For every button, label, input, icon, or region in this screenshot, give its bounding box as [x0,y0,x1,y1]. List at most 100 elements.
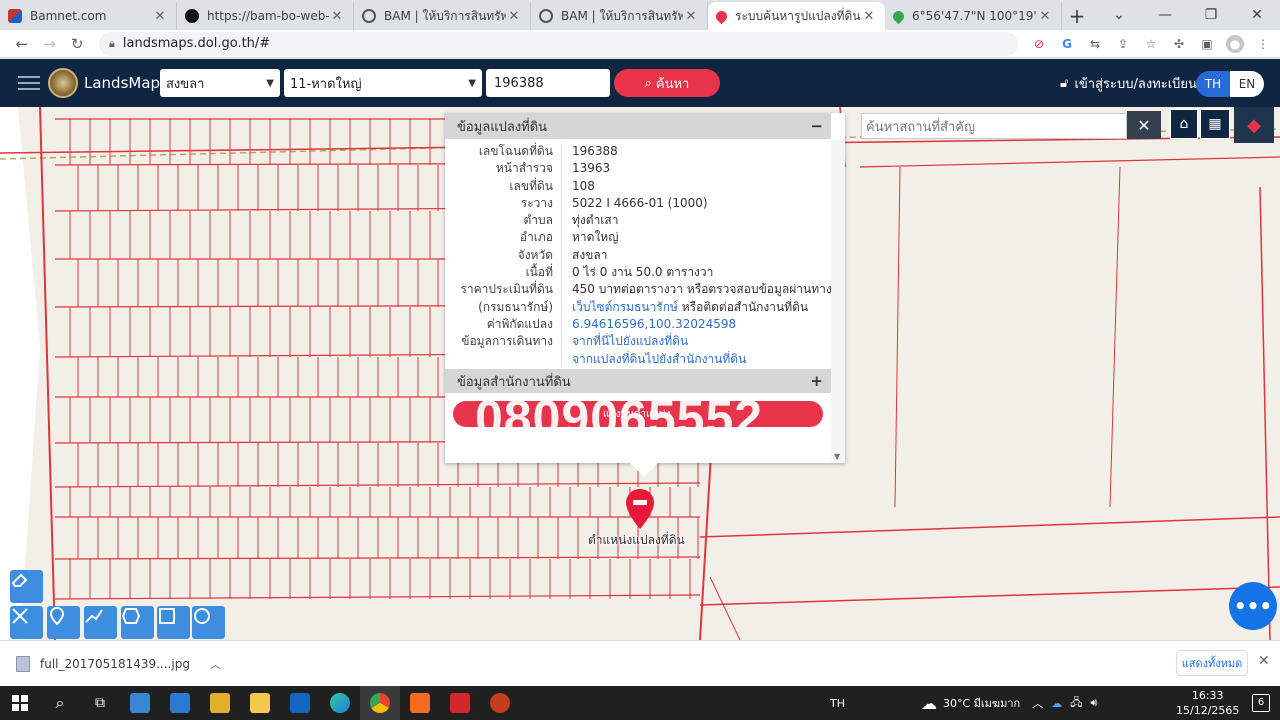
clear-icon[interactable]: ✕ [1127,111,1161,139]
hamburger-menu-icon[interactable] [18,72,40,94]
profile-avatar-icon[interactable]: ● [1226,34,1245,53]
close-shelf-icon[interactable]: ✕ [1258,653,1270,669]
share-icon[interactable]: ⇪ [1114,35,1132,53]
login-link[interactable]: 🔓︎ เข้าสู่ระบบ/ลงทะเบียน [1060,59,1197,107]
download-shelf: full_201705181439....jpg ︿ แสดงทั้งหมด ✕ [0,640,1280,686]
forward-arrow-icon[interactable]: → [36,32,64,56]
parcel-panel-header[interactable]: ข้อมูลแปลงที่ดิน − [445,113,831,139]
outlook-icon[interactable] [280,686,320,720]
coordinates-link[interactable]: 6.94616596,100.32024598 [572,316,831,333]
notification-center-icon[interactable]: 6 [1252,694,1270,712]
directions-to-office-link[interactable]: จากแปลงที่ดินไปยังสำนักงานที่ดิน [572,351,831,368]
task-view-icon[interactable]: ⧉ [80,686,120,720]
panel-scrollbar[interactable]: ▼ [831,139,845,463]
tab-close-icon[interactable]: ✕ [152,9,168,24]
layers-icon[interactable]: ◆ [1234,107,1274,143]
chrome-icon[interactable] [360,686,400,720]
tab-close-icon[interactable]: ✕ [861,9,877,24]
edge-icon[interactable] [320,686,360,720]
eraser-icon[interactable] [10,570,43,603]
volume-icon[interactable]: 🔊︎ [1090,696,1097,710]
image-file-icon [16,655,30,672]
province-select[interactable]: สงขลา ▼ [160,69,280,97]
detail-label: ข้อมูลการเดินทาง [461,334,553,349]
tab-title: ระบบค้นหารูปแปลงที่ดิน (LandsMaps) [735,8,861,23]
reload-icon[interactable]: ↻ [63,32,91,56]
restore-icon[interactable]: ❐ [1188,0,1234,30]
more-options-button[interactable]: ••• [1229,582,1277,630]
show-all-downloads-button[interactable]: แสดงทั้งหมด [1176,650,1248,676]
measure-tools-icon[interactable] [10,606,43,639]
back-arrow-icon[interactable]: ← [8,32,36,56]
detail-label: ตำบล [523,213,553,228]
close-window-icon[interactable]: ✕ [1234,0,1280,30]
directions-to-parcel-link[interactable]: จากที่นี่ไปยังแปลงที่ดิน [572,333,831,350]
search-button-label: ค้นหา [655,76,690,92]
district-select[interactable]: 11-หาดใหญ่ ▼ [284,69,482,97]
tab-favicon-icon [8,9,22,23]
browser-tab[interactable]: Bamnet.com ✕ [0,2,177,30]
browser-tab-active[interactable]: ระบบค้นหารูปแปลงที่ดิน (LandsMaps) ✕ [708,2,885,30]
system-clock[interactable]: 16:33 15/12/2565 [1176,688,1239,718]
detail-value: 5022 I 4666-01 (1000) [572,195,708,210]
browser-tab[interactable]: https://bam-bo-web-prd.ba ✕ [177,2,354,30]
lang-en-button[interactable]: EN [1230,71,1264,97]
marker-tool-icon[interactable] [47,606,80,639]
file-explorer-icon[interactable] [240,686,280,720]
scroll-down-icon[interactable]: ▼ [834,452,840,461]
tab-search-icon[interactable]: ⌄ [1096,0,1142,30]
download-filename[interactable]: full_201705181439....jpg [40,657,190,671]
menu-kebab-icon[interactable]: ⋮ [1254,35,1272,53]
expand-icon[interactable]: + [810,372,823,390]
side-panel-icon[interactable]: ▣ [1198,35,1216,53]
browser-tab[interactable]: BAM | ให้บริการสินทรัพย์ด้านอสังหาฯ ✕ [531,2,708,30]
google-icon[interactable]: G [1058,35,1076,53]
polyline-tool-icon[interactable] [84,606,117,639]
input-language[interactable]: TH [830,697,845,710]
tab-close-icon[interactable]: ✕ [683,9,699,24]
tab-close-icon[interactable]: ✕ [1037,9,1053,24]
grid-icon[interactable]: ▦ [1200,109,1230,139]
search-button[interactable]: ⌕ ค้นหา [614,69,720,97]
home-app-icon[interactable] [400,686,440,720]
chevron-up-icon[interactable]: ︿ [210,656,221,672]
minimize-icon[interactable]: — [1142,0,1188,30]
place-search-input[interactable]: ค้นหาสถานที่สำคัญ [861,113,1127,139]
browser-tab[interactable]: BAM | ให้บริการสินทรัพย์ด้านอสังหาฯ ✕ [354,2,531,30]
parcel-details: เลขโฉนดที่ดิน 196388 หน้าสำรวจ 13963 เลขที… [445,139,831,368]
circle-tool-icon[interactable] [192,606,225,639]
store-icon[interactable] [120,686,160,720]
dol-logo [48,68,78,98]
parcel-number-input[interactable]: 196388 [486,69,610,97]
powerpoint-icon[interactable] [480,686,520,720]
tab-close-icon[interactable]: ✕ [506,9,522,24]
lock-icon: 🔓︎ [1060,75,1069,91]
blocked-icon[interactable]: ⊘ [1030,35,1048,53]
rectangle-tool-icon[interactable] [157,606,190,639]
tray-overflow-icon[interactable]: ︿ [1032,695,1043,711]
browser-tab[interactable]: 6°56'47.7"N 100°19'07.7"E ✕ [885,2,1062,30]
parcel-boundary-line [39,107,56,640]
detail-value: สงขลา [572,247,608,262]
address-bar[interactable]: 🔒︎ landsmaps.dol.go.th/# [99,31,1019,56]
district-value: 11-หาดใหญ่ [290,76,362,92]
collapse-icon[interactable]: − [810,117,823,135]
lang-th-button[interactable]: TH [1196,71,1230,97]
acrobat-icon[interactable] [440,686,480,720]
network-icon[interactable]: 🖧︎ [1070,694,1082,713]
weather-text[interactable]: 30°C มีเมฆมาก [943,694,1020,712]
map-canvas[interactable]: ค้นหาสถานที่สำคัญ ✕ ⌂ ▦ ◆ ข้อมูลแปลงที่ด… [0,107,1280,640]
news-app-icon[interactable] [200,686,240,720]
tab-close-icon[interactable]: ✕ [329,9,345,24]
treasury-website-link[interactable]: เว็บไซต์กรมธนารักษ์ [572,300,678,314]
bookmark-star-icon[interactable]: ☆ [1142,35,1160,53]
tab-title: https://bam-bo-web-prd.ba [207,9,329,23]
new-tab-button[interactable]: + [1062,2,1092,30]
search-icon[interactable]: ⌕ [40,686,80,720]
windows-start-icon[interactable] [0,686,40,720]
translate-icon[interactable]: ⇆ [1086,35,1104,53]
home-icon[interactable]: ⌂ [1170,109,1198,139]
extensions-puzzle-icon[interactable]: ✣ [1170,35,1188,53]
polygon-tool-icon[interactable] [121,606,154,639]
mail-icon[interactable] [160,686,200,720]
